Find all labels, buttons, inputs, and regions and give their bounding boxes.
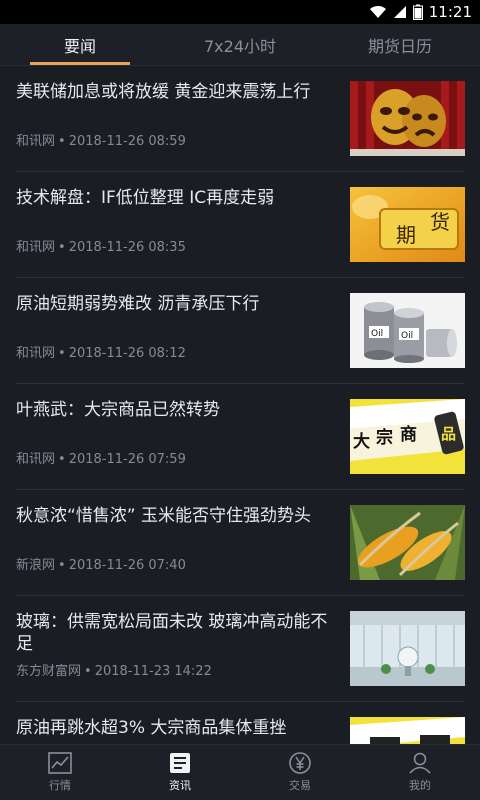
news-meta: 和讯网 • 2018-11-26 08:59 (16, 134, 186, 149)
news-time: 2018-11-23 14:22 (94, 664, 212, 679)
news-title: 美联储加息或将放缓 黄金迎来震荡上行 (16, 82, 311, 102)
news-meta: 和讯网 • 2018-11-26 07:59 (16, 452, 186, 467)
tab-7x24[interactable]: 7x24小时 (160, 24, 320, 65)
signal-icon (393, 6, 406, 18)
news-thumbnail (350, 717, 465, 744)
nav-market[interactable]: 行情 (0, 745, 120, 800)
news-time: 2018-11-26 08:35 (68, 240, 186, 255)
news-thumbnail: 大 宗 商 品 (350, 399, 465, 474)
news-source: 东方财富网 (16, 664, 82, 679)
news-thumbnail (350, 505, 465, 580)
svg-text:货: 货 (430, 210, 450, 234)
battery-icon (412, 4, 423, 20)
news-source: 新浪网 (16, 558, 56, 573)
news-title: 秋意浓“惜售浓” 玉米能否守住强劲势头 (16, 506, 312, 526)
news-meta: 和讯网 • 2018-11-26 08:12 (16, 346, 186, 361)
news-meta: 东方财富网 • 2018-11-23 14:22 (16, 664, 212, 679)
news-item[interactable]: 美联储加息或将放缓 黄金迎来震荡上行 和讯网 • 2018-11-26 08:59 (15, 66, 465, 172)
futures-banner-image: 期 货 (350, 187, 465, 262)
nav-profile-label: 我的 (409, 779, 431, 792)
wifi-icon (369, 5, 386, 18)
oil-barrels-image: Oil Oil (350, 293, 465, 368)
tab-news[interactable]: 要闻 (0, 24, 160, 65)
news-time: 2018-11-26 07:40 (68, 558, 186, 573)
news-time: 2018-11-26 07:59 (68, 452, 186, 467)
glass-building-image (350, 611, 465, 686)
news-thumbnail (350, 81, 465, 156)
news-item[interactable]: 技术解盘：IF低位整理 IC再度走弱 和讯网 • 2018-11-26 08:35 … (15, 172, 465, 278)
nav-trade[interactable]: 交易 (240, 745, 360, 800)
news-time: 2018-11-26 08:12 (68, 346, 186, 361)
svg-text:Oil: Oil (371, 329, 383, 339)
corn-image (350, 505, 465, 580)
news-item[interactable]: 叶燕武：大宗商品已然转势 和讯网 • 2018-11-26 07:59 大 宗 商 … (15, 384, 465, 490)
news-list: 美联储加息或将放缓 黄金迎来震荡上行 和讯网 • 2018-11-26 08:59 … (0, 66, 480, 744)
bottom-nav: 行情 资讯 交易 我的 (0, 744, 480, 800)
banner-char-3: 商 (400, 424, 417, 445)
news-thumbnail: 期 货 (350, 187, 465, 262)
nav-news-label: 资讯 (169, 779, 191, 792)
news-source: 和讯网 (16, 346, 56, 361)
svg-text:Oil: Oil (401, 331, 413, 341)
banner-char-1: 大 (353, 431, 370, 452)
news-meta: 新浪网 • 2018-11-26 07:40 (16, 558, 186, 573)
commodity-banner-image (350, 717, 465, 744)
banner-char-2: 宗 (376, 427, 393, 448)
news-title: 叶燕武：大宗商品已然转势 (16, 400, 220, 420)
person-icon (409, 752, 431, 774)
news-item[interactable]: 玻璃：供需宽松局面未改 玻璃冲高动能不足 东方财富网 • 2018-11-23 14… (15, 596, 465, 702)
theatre-masks-image (350, 81, 465, 156)
news-item[interactable]: 原油短期弱势难改 沥青承压下行 和讯网 • 2018-11-26 08:12 Oil… (15, 278, 465, 384)
news-title: 玻璃：供需宽松局面未改 玻璃冲高动能不足 (16, 612, 328, 654)
banner-char-4: 品 (441, 425, 456, 443)
news-time: 2018-11-26 08:59 (68, 134, 186, 149)
news-thumbnail: Oil Oil (350, 293, 465, 368)
news-title: 原油短期弱势难改 沥青承压下行 (16, 294, 260, 314)
tab-futures-calendar[interactable]: 期货日历 (320, 24, 480, 65)
nav-trade-label: 交易 (289, 779, 311, 792)
news-thumbnail (350, 611, 465, 686)
news-item[interactable]: 秋意浓“惜售浓” 玉米能否守住强劲势头 新浪网 • 2018-11-26 07:40 (15, 490, 465, 596)
news-item[interactable]: 原油再跳水超3% 大宗商品集体重挫 (15, 702, 465, 744)
news-source: 和讯网 (16, 240, 56, 255)
status-time: 11:21 (428, 3, 472, 21)
nav-news[interactable]: 资讯 (120, 745, 240, 800)
top-tabs: 要闻 7x24小时 期货日历 (0, 24, 480, 66)
news-title: 原油再跳水超3% 大宗商品集体重挫 (16, 718, 287, 738)
chart-line-icon (48, 752, 72, 774)
news-icon (170, 753, 190, 773)
status-bar: 11:21 (0, 0, 480, 24)
commodity-banner-image: 大 宗 商 品 (350, 399, 465, 474)
svg-text:期: 期 (396, 223, 416, 247)
news-title: 技术解盘：IF低位整理 IC再度走弱 (16, 188, 275, 208)
news-source: 和讯网 (16, 452, 56, 467)
news-source: 和讯网 (16, 134, 56, 149)
nav-market-label: 行情 (49, 779, 71, 792)
yen-coin-icon (289, 752, 311, 774)
news-meta: 和讯网 • 2018-11-26 08:35 (16, 240, 186, 255)
nav-profile[interactable]: 我的 (360, 745, 480, 800)
